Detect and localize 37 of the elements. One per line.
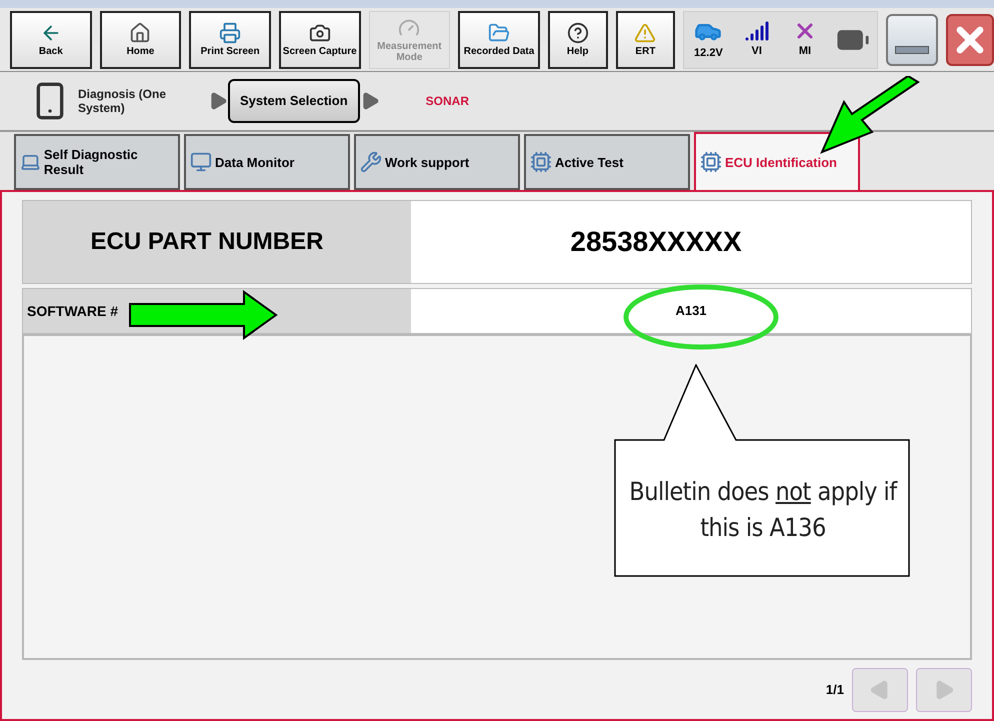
folder-icon — [488, 22, 510, 44]
tab[interactable]: ECU Identification — [694, 132, 860, 190]
signal-icon — [744, 19, 769, 44]
tab[interactable]: Work support — [354, 134, 520, 190]
breadcrumb-current: SONAR — [426, 93, 469, 110]
tab-icon — [700, 151, 722, 173]
tab[interactable]: Active Test — [524, 134, 690, 190]
minimize-icon — [895, 46, 930, 54]
warning-icon — [634, 22, 656, 44]
printer-icon — [219, 22, 242, 44]
tab-icon — [360, 151, 382, 173]
row-value-cell: 28538XXXXX — [411, 201, 971, 283]
house-icon — [129, 22, 152, 44]
minimize-button[interactable] — [886, 14, 938, 66]
toolbar-button[interactable]: Recorded Data — [458, 10, 540, 68]
toolbar-button[interactable]: Help — [548, 10, 608, 68]
help-icon — [566, 22, 589, 44]
tab-icon — [190, 151, 212, 173]
close-button[interactable] — [946, 14, 994, 66]
callout-text: Bulletin does not apply if this is A136 — [628, 476, 899, 544]
tab[interactable]: Self Diagnostic Result — [14, 134, 180, 190]
camera-icon — [308, 22, 331, 44]
tab[interactable]: Data Monitor — [184, 134, 350, 190]
toolbar-button[interactable]: Home — [100, 10, 182, 68]
row-label-cell: ECU PART NUMBER — [23, 201, 411, 283]
tab-icon — [530, 151, 552, 173]
row-value-cell: A131 — [411, 289, 971, 333]
status-label: VI — [751, 44, 762, 60]
status-label: 12.2V — [694, 46, 723, 62]
breadcrumb-button[interactable]: System Selection — [228, 79, 360, 123]
breadcrumb-text: Diagnosis (One System) — [78, 87, 168, 115]
status-label: MI — [798, 44, 812, 60]
toolbar-button[interactable]: Screen Capture — [278, 10, 361, 68]
toolbar-button[interactable]: ERT — [616, 10, 676, 68]
toolbar-button[interactable]: Print Screen — [189, 10, 271, 68]
page-counter: 1/1 — [826, 680, 844, 699]
toolbar-button[interactable]: Back — [10, 10, 92, 68]
